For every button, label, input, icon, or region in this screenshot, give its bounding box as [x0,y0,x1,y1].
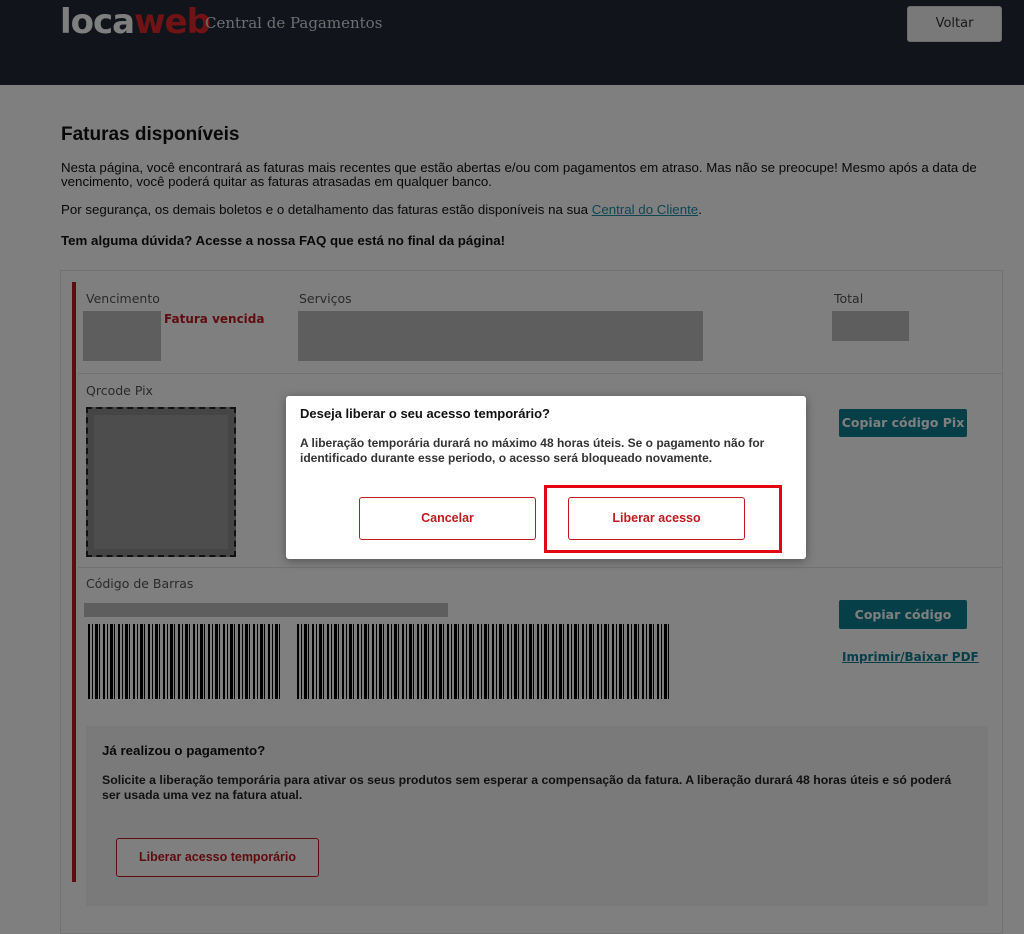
highlight-box [544,485,782,553]
cancel-button[interactable]: Cancelar [359,497,536,540]
dialog-title: Deseja liberar o seu acesso temporário? [300,406,550,421]
dialog-text: A liberação temporária durará no máximo … [300,436,765,465]
